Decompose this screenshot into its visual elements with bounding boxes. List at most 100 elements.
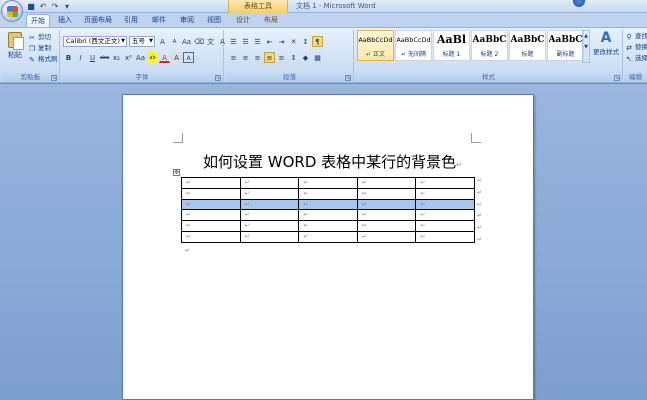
table-cell[interactable]: ↵ xyxy=(181,198,241,211)
change-styles-button[interactable]: A 更改样式 xyxy=(591,30,621,70)
tab-references[interactable]: 引用 xyxy=(120,14,142,27)
font-launcher-icon[interactable]: ↘ xyxy=(215,75,221,81)
office-button[interactable] xyxy=(1,0,23,22)
customize-icon[interactable]: ▾ xyxy=(62,2,72,12)
tab-mailings[interactable]: 邮件 xyxy=(148,14,170,27)
font-color-button[interactable]: A xyxy=(159,52,170,63)
table-cell[interactable]: ↵ xyxy=(356,230,417,243)
font-size-select[interactable]: 五号 ▼ xyxy=(129,36,155,47)
change-case-button[interactable]: Aa xyxy=(181,36,192,47)
multilevel-list-button[interactable]: ☰ xyxy=(252,36,263,47)
align-left-button[interactable]: ≡ xyxy=(228,52,239,63)
line-spacing-button[interactable]: ↕ xyxy=(288,52,299,63)
undo-icon[interactable]: ↶ xyxy=(38,2,48,12)
table-cell[interactable]: ↵ xyxy=(181,177,241,189)
table-row[interactable]: ↵ ↵ ↵ ↵ ↵ xyxy=(181,187,475,200)
clipboard-launcher-icon[interactable]: ↘ xyxy=(51,75,57,81)
show-marks-button[interactable]: ¶ xyxy=(312,36,323,47)
clear-format-button[interactable]: ⌫ xyxy=(193,36,204,47)
paragraph-launcher-icon[interactable]: ↘ xyxy=(345,75,351,81)
table-cell[interactable]: ↵ xyxy=(298,230,358,243)
word-table[interactable]: ↵ ↵ ↵ ↵ ↵ ↵ ↵ ↵ ↵ ↵ ↵ ↵ ↵ ↵ ↵ ↵ ↵ ↵ ↵ ↵ ↵ ↵ ↵ ↵ ↵ ↵ ↵ ↵ ↵ ↵ xyxy=(181,177,475,243)
table-row[interactable]: ↵ ↵ ↵ ↵ ↵ xyxy=(181,220,475,232)
grow-font-button[interactable]: A xyxy=(157,36,168,47)
table-cell[interactable]: ↵ xyxy=(415,177,475,189)
save-icon[interactable]: ■ xyxy=(26,2,36,12)
window-control[interactable] xyxy=(573,0,585,7)
enclose-char-button[interactable]: A xyxy=(183,52,194,63)
table-cell[interactable]: ↵ xyxy=(239,187,300,200)
tab-view[interactable]: 视图 xyxy=(203,14,225,27)
document-heading[interactable]: 如何设置 WORD 表格中某行的背景色↵ xyxy=(203,151,462,172)
styles-gallery-scroll[interactable]: ▲ ▼ xyxy=(582,30,590,63)
table-cell[interactable]: ↵ xyxy=(239,230,300,243)
table-row[interactable]: ↵ ↵ ↵ ↵ ↵ xyxy=(181,230,475,243)
chinese-layout-button[interactable]: ✕ xyxy=(288,36,299,47)
tab-review[interactable]: 审阅 xyxy=(176,14,198,27)
tab-home[interactable]: 开始 xyxy=(26,14,50,27)
format-painter-button[interactable]: ✎ 格式刷 xyxy=(28,55,57,64)
find-button[interactable]: ⚲ 查找 xyxy=(625,32,647,41)
borders-button[interactable]: ▦ xyxy=(312,52,323,63)
increase-indent-button[interactable]: ⇥ xyxy=(276,36,287,47)
distributed-button[interactable]: ≡ xyxy=(276,52,287,63)
align-center-button[interactable]: ≡ xyxy=(240,52,251,63)
paste-button[interactable]: 粘贴 xyxy=(4,32,26,70)
char-shading-button[interactable]: A xyxy=(171,52,182,63)
table-cell[interactable]: ↵ xyxy=(181,230,241,243)
table-cell[interactable]: ↵ xyxy=(239,209,300,222)
table-cell[interactable]: ↵ xyxy=(239,198,300,211)
tab-insert[interactable]: 插入 xyxy=(54,14,76,27)
table-cell[interactable]: ↵ xyxy=(239,220,300,232)
table-cell[interactable]: ↵ xyxy=(415,187,475,200)
style-subtitle[interactable]: AaBbC 副标题 xyxy=(547,30,584,61)
table-cell[interactable]: ↵ xyxy=(415,230,475,243)
table-cell[interactable]: ↵ xyxy=(181,209,241,222)
font-name-select[interactable]: Calibri (西文正文) ▼ xyxy=(63,36,127,47)
redo-icon[interactable]: ↷ xyxy=(50,2,60,12)
tab-page-layout[interactable]: 页面布局 xyxy=(80,14,116,27)
phonetic-guide-button[interactable]: 文 xyxy=(205,36,216,47)
table-cell[interactable]: ↵ xyxy=(239,177,300,189)
style-no-spacing[interactable]: AaBbCcDd ↵ 无间隔 xyxy=(395,30,432,61)
styles-launcher-icon[interactable]: ↘ xyxy=(614,75,620,81)
table-cell[interactable]: ↵ xyxy=(298,198,358,211)
copy-button[interactable]: ❐ 复制 xyxy=(28,44,51,53)
table-row[interactable]: ↵ ↵ ↵ ↵ ↵ xyxy=(181,177,475,189)
decrease-indent-button[interactable]: ⇤ xyxy=(264,36,275,47)
table-cell[interactable]: ↵ xyxy=(181,220,241,232)
underline-button[interactable]: U xyxy=(87,52,98,63)
shading-button[interactable]: ◆ xyxy=(300,52,311,63)
table-cell[interactable]: ↵ xyxy=(181,187,241,200)
align-right-button[interactable]: ≡ xyxy=(252,52,263,63)
sort-button[interactable]: ↕ xyxy=(300,36,311,47)
superscript-button[interactable]: x² xyxy=(123,52,134,63)
tab-layout[interactable]: 布局 xyxy=(260,14,282,27)
change-case-2-button[interactable]: Aa xyxy=(135,52,146,63)
style-normal[interactable]: AaBbCcDd ↵ 正文 xyxy=(357,30,394,61)
table-cell[interactable]: ↵ xyxy=(415,209,475,222)
replace-button[interactable]: ⇄ 替换 xyxy=(625,43,647,52)
subscript-button[interactable]: x₂ xyxy=(111,52,122,63)
numbering-button[interactable]: ☰ xyxy=(240,36,251,47)
table-cell[interactable]: ↵ xyxy=(298,187,358,200)
style-heading-2[interactable]: AaBbC 标题 2 xyxy=(471,30,508,61)
strikethrough-button[interactable]: abe xyxy=(99,52,110,63)
table-row[interactable]: ↵ ↵ ↵ ↵ ↵ xyxy=(181,209,475,222)
table-move-handle-icon[interactable]: ✥ xyxy=(173,169,180,176)
table-cell[interactable]: ↵ xyxy=(415,198,475,211)
document-page[interactable]: 如何设置 WORD 表格中某行的背景色↵ ✥ ↵ ↵ ↵ ↵ ↵ ↵ ↵ ↵ ↵ ↵ ↵ ↵ ↵ ↵ ↵ ↵ ↵… xyxy=(122,94,534,400)
table-cell[interactable]: ↵ xyxy=(298,209,358,222)
select-button[interactable]: ↖ 选择 xyxy=(625,54,647,63)
table-cell[interactable]: ↵ xyxy=(298,177,358,189)
highlight-button[interactable]: ab xyxy=(147,52,158,63)
style-heading-1[interactable]: AaBl 标题 1 xyxy=(433,30,470,61)
table-row-shaded[interactable]: ↵ ↵ ↵ ↵ ↵ xyxy=(181,198,475,211)
table-cell[interactable]: ↵ xyxy=(356,220,417,232)
shrink-font-button[interactable]: A xyxy=(169,36,180,47)
style-title[interactable]: AaBbC 标题 xyxy=(509,30,546,61)
table-cell[interactable]: ↵ xyxy=(356,187,417,200)
table-cell[interactable]: ↵ xyxy=(356,177,417,189)
table-cell[interactable]: ↵ xyxy=(298,220,358,232)
justify-button[interactable]: ≡ xyxy=(264,52,275,63)
